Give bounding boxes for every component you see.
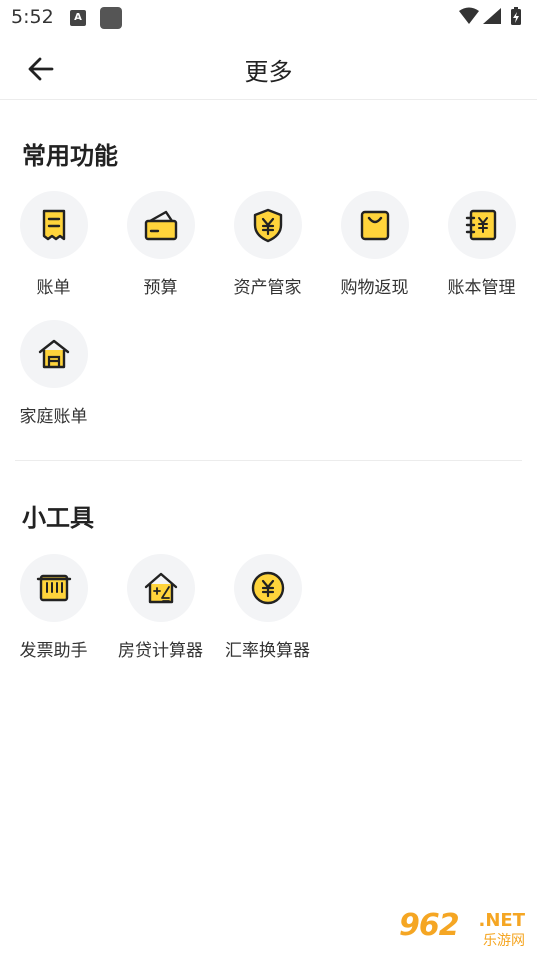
status-bar: 5:52 A — [0, 0, 537, 36]
icon-circle — [126, 191, 195, 259]
item-label: 家庭账单 — [19, 407, 88, 427]
wifi-icon — [459, 7, 479, 24]
grid-item-ledger-manage[interactable]: 账本管理 — [428, 191, 535, 298]
watermark-domain: .NET — [478, 910, 525, 931]
item-label: 资产管家 — [233, 278, 302, 298]
grid-item-shopping-cashback[interactable]: 购物返现 — [321, 191, 428, 298]
ledger-book-icon — [465, 209, 496, 241]
grid-item-asset-manager[interactable]: 资产管家 — [214, 191, 321, 298]
grid-item-mortgage-calculator[interactable]: 房贷计算器 — [107, 554, 214, 661]
app-header: 更多 — [0, 36, 537, 100]
grid-item-bill[interactable]: 账单 — [0, 191, 107, 298]
watermark-logo: 962 .NET 乐游网 — [399, 908, 529, 950]
invoice-icon — [36, 574, 71, 602]
watermark-number: 962 — [399, 908, 460, 943]
section-title-tools: 小工具 — [22, 504, 94, 532]
grid-item-budget[interactable]: 预算 — [107, 191, 214, 298]
grid-item-currency-exchange[interactable]: 汇率换算器 — [214, 554, 321, 661]
status-time: 5:52 — [11, 6, 54, 28]
mortgage-calculator-icon — [144, 572, 177, 604]
budget-wallet-icon — [144, 210, 177, 241]
icon-circle — [233, 191, 302, 259]
watermark-subtitle: 乐游网 — [483, 933, 525, 949]
item-label: 发票助手 — [19, 641, 88, 661]
icon-circle — [126, 554, 195, 622]
icon-circle — [19, 554, 88, 622]
shopping-bag-icon — [360, 210, 389, 241]
section-title-common: 常用功能 — [22, 142, 118, 170]
icon-circle — [19, 320, 88, 388]
home-icon — [38, 339, 69, 369]
asset-shield-icon — [253, 208, 282, 243]
item-label: 汇率换算器 — [225, 641, 310, 661]
icon-circle — [233, 554, 302, 622]
grid-item-invoice-assistant[interactable]: 发票助手 — [0, 554, 107, 661]
battery-icon — [511, 7, 521, 25]
notification-a-icon: A — [70, 10, 86, 26]
item-label: 预算 — [143, 278, 178, 298]
icon-circle — [447, 191, 516, 259]
status-right-icons — [457, 6, 527, 28]
icon-circle — [340, 191, 409, 259]
item-label: 账本管理 — [447, 278, 516, 298]
section-divider — [15, 460, 522, 461]
bill-icon — [42, 209, 65, 241]
icon-circle — [19, 191, 88, 259]
item-label: 房贷计算器 — [118, 641, 203, 661]
item-label: 账单 — [36, 278, 71, 298]
notification-square-icon — [100, 7, 122, 29]
grid-item-family-bill[interactable]: 家庭账单 — [0, 320, 107, 427]
currency-exchange-icon — [251, 571, 284, 605]
signal-icon — [483, 8, 501, 24]
page-title: 更多 — [244, 58, 293, 86]
item-label: 购物返现 — [340, 278, 409, 298]
